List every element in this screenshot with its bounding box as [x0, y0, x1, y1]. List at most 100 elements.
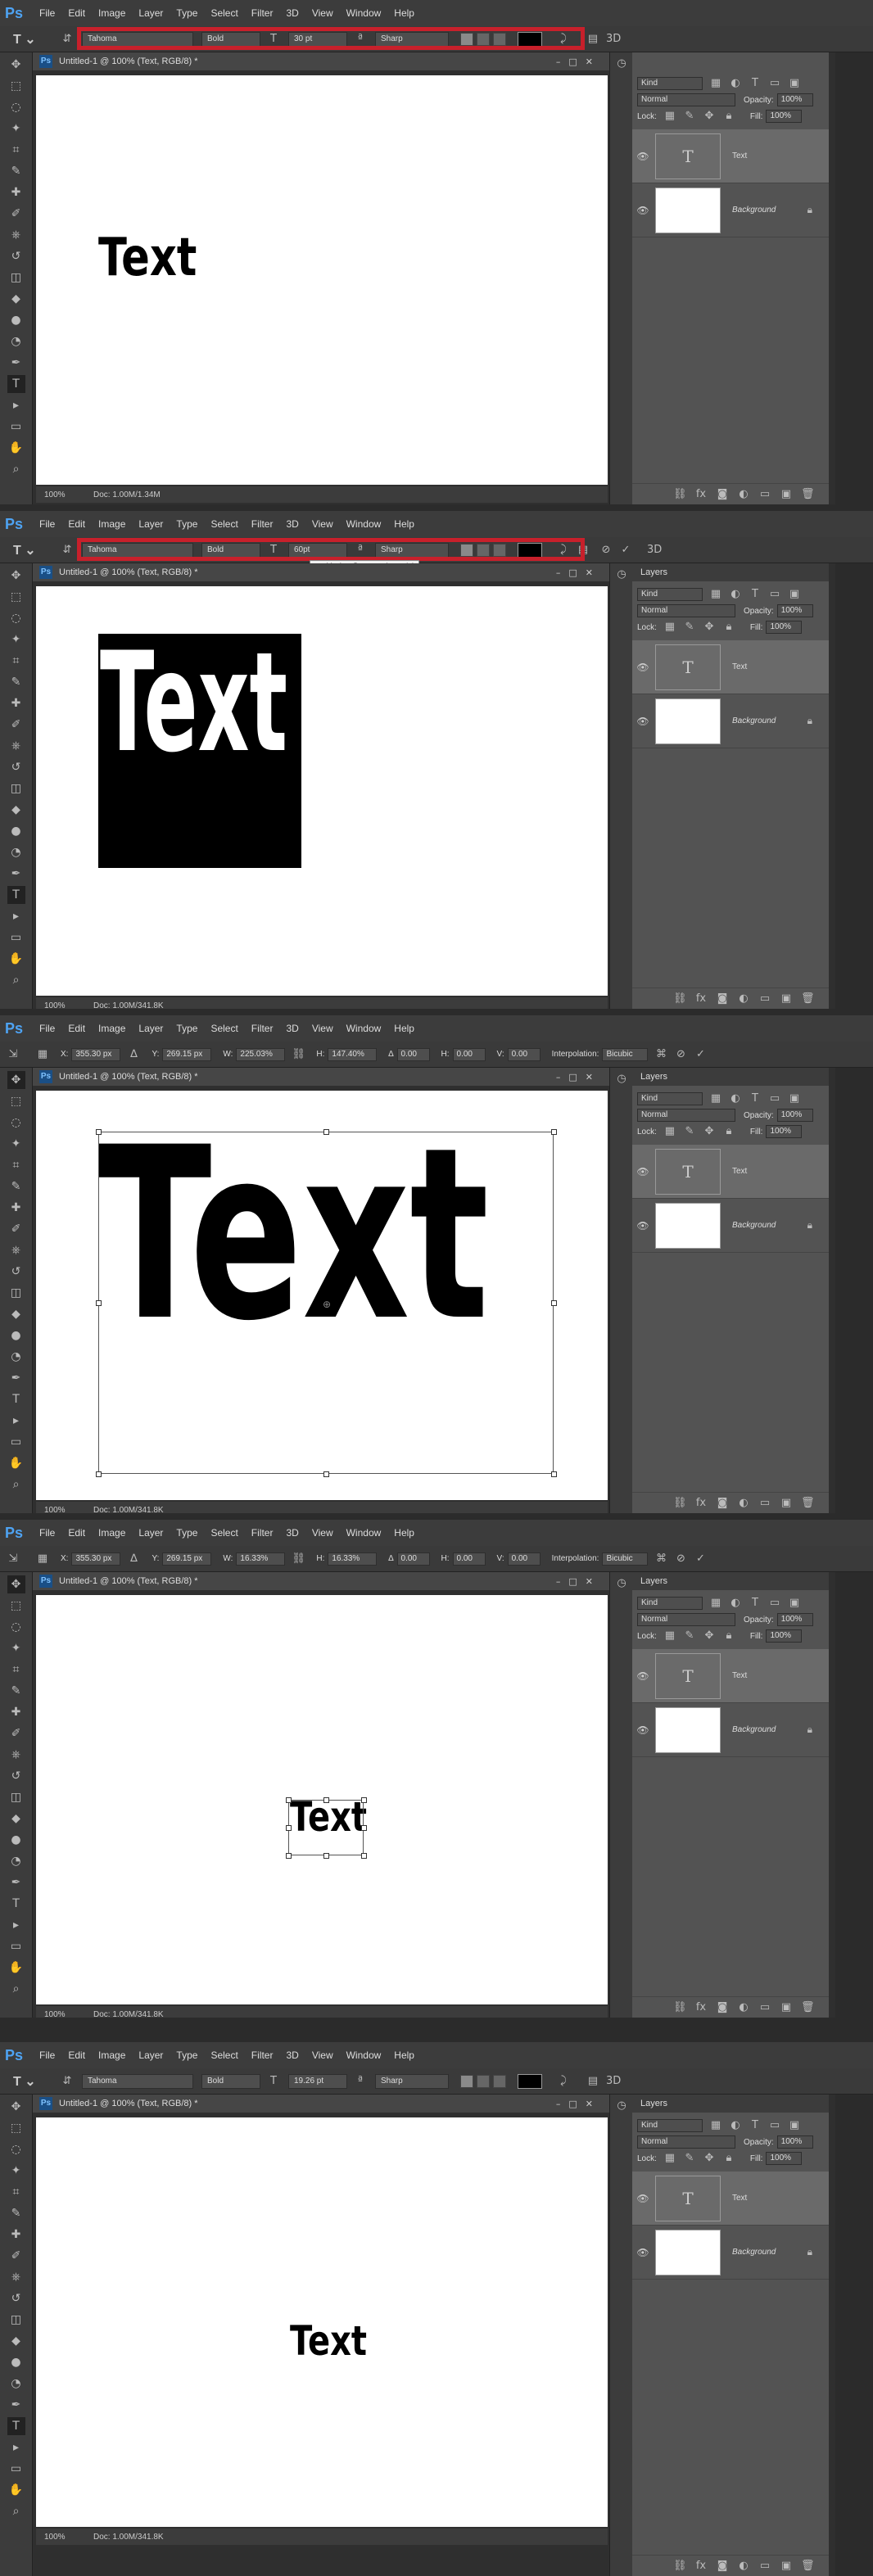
w-field[interactable]: 16.33%: [236, 1552, 286, 1566]
transform-handle[interactable]: [96, 1300, 102, 1306]
bucket-icon[interactable]: ◆: [7, 1305, 25, 1323]
lock-move-icon[interactable]: ✥: [703, 110, 716, 123]
kind-dropdown[interactable]: Kind: [637, 1597, 703, 1610]
eyedropper-icon[interactable]: ✎: [7, 673, 25, 691]
3d-icon[interactable]: 3D: [606, 2075, 621, 2088]
lock-pixels-icon[interactable]: ▦: [663, 110, 676, 123]
healing-brush-icon[interactable]: ✚: [7, 183, 25, 201]
move-tool-icon[interactable]: ✥: [7, 2098, 25, 2116]
transform-handle[interactable]: [551, 1129, 557, 1135]
text-orientation-icon[interactable]: ⇵: [61, 544, 74, 557]
type-tool-icon[interactable]: T ⌄: [5, 2072, 54, 2091]
zoom-level[interactable]: 100%: [44, 1506, 93, 1514]
new-layer-icon[interactable]: ▣: [780, 2560, 793, 2573]
blur-tool-icon[interactable]: ●: [7, 311, 25, 329]
brush-tool-icon[interactable]: ✐: [7, 2247, 25, 2265]
menu-3d[interactable]: 3D: [286, 518, 298, 530]
angle-field[interactable]: 0.00: [396, 1552, 430, 1566]
transform-handle[interactable]: [286, 1797, 292, 1803]
path-select-icon[interactable]: ▸: [7, 907, 25, 925]
lock-all-icon[interactable]: 🔒︎: [722, 621, 735, 634]
character-panel-icon[interactable]: ▤: [586, 33, 599, 46]
menu-view[interactable]: View: [312, 2050, 333, 2061]
layer-text[interactable]: 👁︎ T Text: [632, 1145, 829, 1199]
menu-edit[interactable]: Edit: [68, 7, 85, 19]
menu-edit[interactable]: Edit: [68, 2050, 85, 2061]
transform-handle[interactable]: [323, 1797, 329, 1803]
blend-mode-dropdown[interactable]: Normal: [637, 1613, 735, 1626]
layers-panel-header[interactable]: Layers: [632, 1068, 829, 1086]
move-tool-icon[interactable]: ✥: [7, 56, 25, 74]
menu-image[interactable]: Image: [98, 518, 125, 530]
window-controls[interactable]: –□✕: [556, 2099, 601, 2109]
eye-icon[interactable]: 👁︎: [632, 1166, 654, 1177]
3d-icon[interactable]: 3D: [647, 544, 662, 557]
magic-wand-icon[interactable]: ✦: [7, 1639, 25, 1657]
menu-help[interactable]: Help: [394, 7, 414, 19]
opacity-field[interactable]: 100%: [776, 93, 813, 106]
eraser-icon[interactable]: ◫: [7, 780, 25, 798]
layer-background[interactable]: 👁︎ Background 🔒︎: [632, 183, 829, 237]
zoom-level[interactable]: 100%: [44, 2010, 93, 2018]
stamp-tool-icon[interactable]: ⎈: [7, 2268, 25, 2286]
mask-icon[interactable]: ◙: [716, 1497, 729, 1510]
filter-adjust-icon[interactable]: ◐: [729, 77, 742, 90]
adjustment-icon[interactable]: ◐: [737, 1497, 750, 1510]
document-tab[interactable]: Ps Untitled-1 @ 100% (Text, RGB/8) * –□✕: [33, 563, 609, 581]
menu-3d[interactable]: 3D: [286, 7, 298, 19]
window-controls[interactable]: –□✕: [556, 56, 601, 67]
window-controls[interactable]: –□✕: [556, 1072, 601, 1082]
eye-icon[interactable]: 👁︎: [632, 1724, 654, 1736]
menu-select[interactable]: Select: [210, 1023, 237, 1034]
menu-window[interactable]: Window: [346, 2050, 382, 2061]
opacity-field[interactable]: 100%: [776, 1109, 813, 1122]
path-select-icon[interactable]: ▸: [7, 1412, 25, 1430]
new-layer-icon[interactable]: ▣: [780, 992, 793, 1006]
pen-tool-icon[interactable]: ✒: [7, 2396, 25, 2414]
commit-checkmark-icon[interactable]: ✓: [694, 1048, 707, 1061]
kind-dropdown[interactable]: Kind: [637, 588, 703, 601]
menu-type[interactable]: Type: [176, 2050, 197, 2061]
eye-icon[interactable]: 👁︎: [632, 2193, 654, 2204]
eye-icon[interactable]: 👁︎: [632, 151, 654, 162]
pen-tool-icon[interactable]: ✒: [7, 354, 25, 372]
filter-shape-icon[interactable]: ▭: [768, 77, 781, 90]
align-right-button[interactable]: [493, 2074, 506, 2088]
relative-position-icon[interactable]: ∆: [127, 1552, 140, 1566]
font-family-dropdown[interactable]: Tahoma: [82, 2073, 193, 2089]
eye-icon[interactable]: 👁︎: [632, 662, 654, 673]
lasso-tool-icon[interactable]: ◌: [7, 1618, 25, 1636]
text-color-swatch[interactable]: [518, 2073, 542, 2089]
link-icon[interactable]: ⛓: [673, 2001, 687, 2014]
angle-field[interactable]: 0.00: [396, 1047, 430, 1061]
layer-background[interactable]: 👁︎ Background 🔒︎: [632, 2226, 829, 2280]
menu-help[interactable]: Help: [394, 2050, 414, 2061]
menu-view[interactable]: View: [312, 518, 333, 530]
type-tool-icon[interactable]: T: [7, 2417, 25, 2435]
crop-tool-icon[interactable]: ⌗: [7, 2183, 25, 2201]
bucket-icon[interactable]: ◆: [7, 290, 25, 308]
magic-wand-icon[interactable]: ✦: [7, 2162, 25, 2180]
lock-move-icon[interactable]: ✥: [703, 2152, 716, 2165]
vskew-field[interactable]: 0.00: [507, 1047, 541, 1061]
fx-icon[interactable]: fx: [694, 2001, 708, 2014]
commit-checkmark-icon[interactable]: ✓: [619, 544, 632, 557]
menu-select[interactable]: Select: [210, 1527, 237, 1539]
blend-mode-dropdown[interactable]: Normal: [637, 1109, 735, 1122]
shape-tool-icon[interactable]: ▭: [7, 1433, 25, 1451]
brush-tool-icon[interactable]: ✐: [7, 716, 25, 734]
menu-file[interactable]: File: [39, 7, 55, 19]
shape-tool-icon[interactable]: ▭: [7, 1937, 25, 1955]
layer-name[interactable]: Text: [732, 1671, 747, 1680]
fx-icon[interactable]: fx: [694, 992, 708, 1006]
menu-select[interactable]: Select: [210, 7, 237, 19]
layer-name[interactable]: Background: [732, 1221, 776, 1230]
marquee-tool-icon[interactable]: ⬚: [7, 2119, 25, 2137]
layers-panel-header[interactable]: Layers: [632, 563, 829, 581]
filter-pixel-icon[interactable]: ▦: [709, 588, 722, 601]
adjustment-icon[interactable]: ◐: [737, 488, 750, 501]
group-icon[interactable]: ▭: [758, 1497, 771, 1510]
history-icon[interactable]: ◷: [615, 1073, 628, 1086]
document-tab[interactable]: Ps Untitled-1 @ 100% (Text, RGB/8) * –□✕: [33, 2095, 609, 2113]
history-brush-icon[interactable]: ↺: [7, 2289, 25, 2307]
